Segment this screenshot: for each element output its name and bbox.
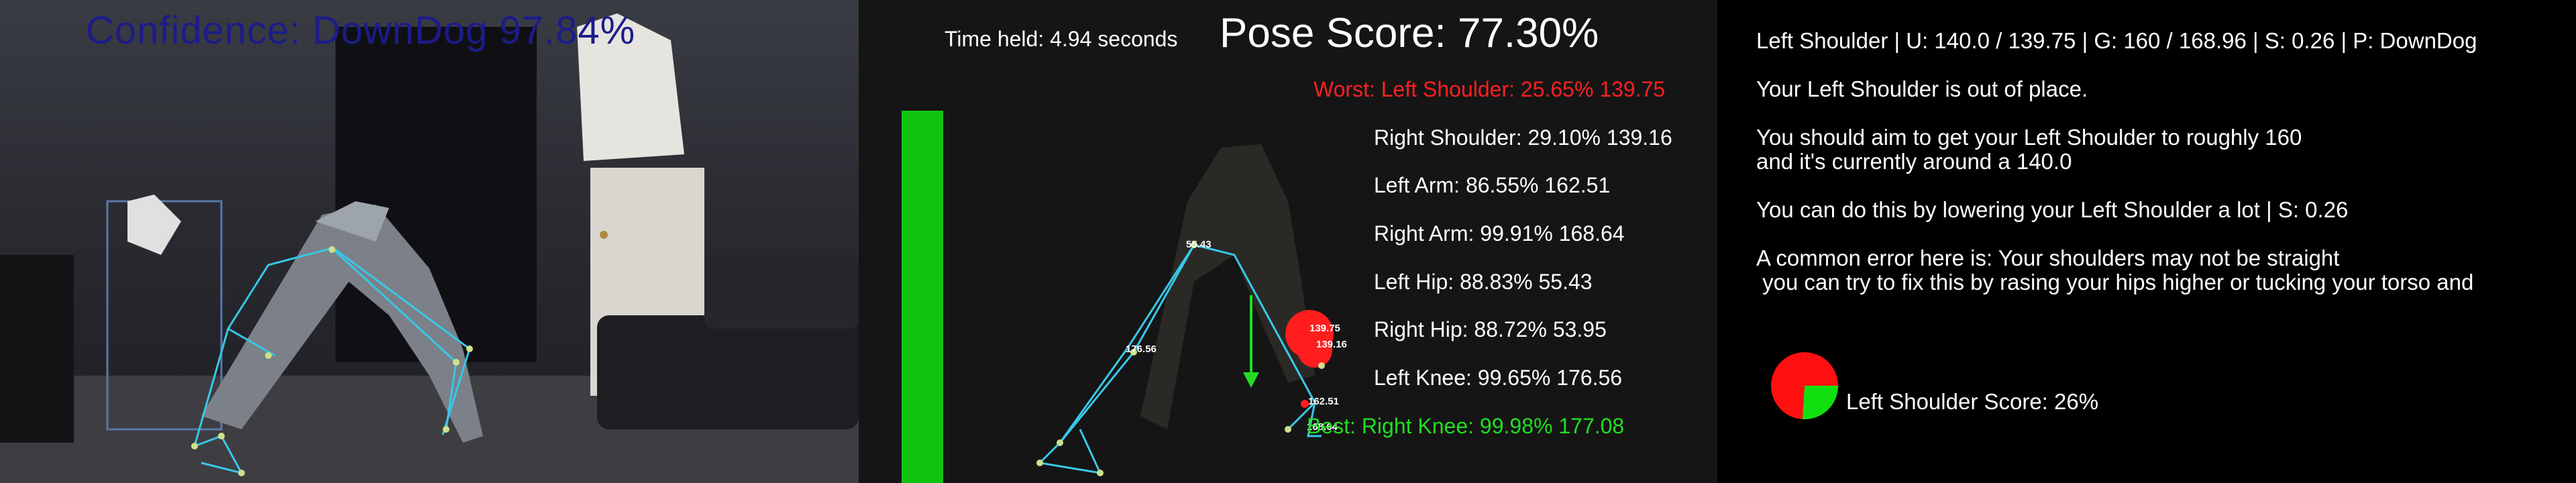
worst-joint-label: Worst: Left Shoulder: 25.65% 139.75 [1313,77,1666,101]
feedback-line-out-of-place: Your Left Shoulder is out of place. [1756,76,2088,101]
sofa [597,315,859,429]
joint-score-left-arm: Left Arm: 86.55% 162.51 [1374,173,1611,197]
laundry [127,195,181,255]
camera-feed-panel: Confidence: DownDog 97.84% [0,0,859,483]
joint-score-left-knee: Left Knee: 99.65% 176.56 [1374,366,1623,390]
angle-label-left-hip: 55.43 [1186,239,1212,250]
joint-score-left-hip: Left Hip: 88.83% 55.43 [1374,270,1593,294]
joint-score-pie [1771,352,1838,419]
analysis-panel: 55.43 176.56 139.75 139.16 162.51 168.64… [859,0,1717,483]
feedback-line-current: and it's currently around a 140.0 [1756,149,2072,174]
door-handle [600,231,608,239]
pose-score-label: Pose Score: 77.30% [1220,10,1599,56]
pose-confidence-label: Confidence: DownDog 97.84% [86,9,636,52]
hold-progress-bar [902,111,943,483]
sofa-back [704,255,859,329]
angle-label-left-arm: 162.51 [1308,396,1339,407]
feedback-header: Left Shoulder | U: 140.0 / 139.75 | G: 1… [1756,28,2477,53]
time-held-label: Time held: 4.94 seconds [945,27,1178,51]
pie-good-slice [1802,386,1838,419]
joint-score-right-shoulder: Right Shoulder: 29.10% 139.16 [1374,125,1672,150]
joint-score-right-hip: Right Hip: 88.72% 53.95 [1374,317,1607,341]
joint-score-right-arm: Right Arm: 99.91% 168.64 [1374,221,1625,246]
chair [0,255,74,443]
feedback-line-advice: You can do this by lowering your Left Sh… [1756,197,2349,222]
feedback-line-common-error: A common error here is: Your shoulders m… [1756,246,2340,270]
angle-label-left-knee: 176.56 [1126,343,1157,355]
angle-label-left-shoulder: 139.75 [1309,323,1340,334]
feedback-line-fix: you can try to fix this by rasing your h… [1756,270,2474,294]
joint-score-label: Left Shoulder Score: 26% [1846,389,2099,414]
best-joint-label: Best: Right Knee: 99.98% 177.08 [1307,414,1625,438]
feedback-line-target: You should aim to get your Left Shoulder… [1756,125,2302,150]
camera-scene [0,13,859,483]
feedback-panel: Left Shoulder | U: 140.0 / 139.75 | G: 1… [1717,0,2576,483]
angle-label-right-shoulder: 139.16 [1316,339,1347,350]
right-shoulder-error-marker [1297,333,1332,368]
